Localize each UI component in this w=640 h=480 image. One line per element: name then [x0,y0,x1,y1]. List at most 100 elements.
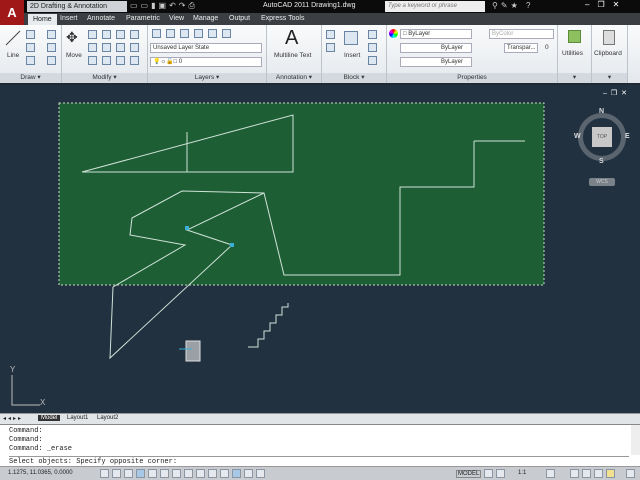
mirror-icon[interactable] [130,30,139,39]
layer-icon[interactable] [208,29,217,38]
array-icon[interactable] [130,43,139,52]
tab-parametric[interactable]: Parametric [126,15,160,22]
tab-view[interactable]: View [169,15,184,22]
annotation-visibility[interactable] [546,469,555,478]
model-space-button[interactable]: MODEL [456,470,482,478]
3d-osnap-toggle[interactable] [172,469,181,478]
current-layer-dropdown[interactable]: 💡☼🔓□ 0 [150,57,262,67]
tab-annotate[interactable]: Annotate [87,15,115,22]
block-panel-label[interactable]: Block ▾ [322,73,386,83]
multiline-text-button[interactable]: Multiline Text [274,52,311,59]
ducs-toggle[interactable] [196,469,205,478]
plot-style-dropdown[interactable]: ByColor [489,29,554,39]
layer-properties-icon[interactable] [152,29,161,38]
snap-toggle[interactable] [112,469,121,478]
wcs-menu[interactable]: WCS [589,178,615,186]
utilities-button[interactable]: Utilities [562,50,583,57]
isolate-objects[interactable] [606,469,615,478]
tab-insert[interactable]: Insert [60,15,78,22]
hardware-acceleration[interactable] [594,469,603,478]
otrack-toggle[interactable] [184,469,193,478]
tab-express-tools[interactable]: Express Tools [261,15,304,22]
trim-icon[interactable] [102,30,111,39]
selection-cycling-toggle[interactable] [256,469,265,478]
clean-screen[interactable] [626,469,635,478]
edit-block-icon[interactable] [368,43,377,52]
tab-layout2[interactable]: Layout2 [97,415,118,421]
drawing[interactable]: Y X [0,85,640,413]
circle-icon[interactable] [26,43,35,52]
tab-home[interactable]: Home [28,14,57,25]
dimension-icon[interactable] [326,30,335,39]
layer-icon[interactable] [222,29,231,38]
multiline-text-icon[interactable]: A [285,27,298,50]
copy-icon[interactable] [116,30,125,39]
tab-layout1[interactable]: Layout1 [67,415,88,421]
command-input[interactable]: Select objects: Specify opposite corner: [9,456,629,466]
quick-properties-toggle[interactable] [244,469,253,478]
table-icon[interactable] [47,56,56,65]
scale-icon[interactable] [102,43,111,52]
compass-n[interactable]: N [599,108,604,115]
utilities-icon[interactable] [568,30,581,43]
quick-view-drawings[interactable] [496,469,505,478]
annotation-scale[interactable]: 1:1 [518,470,526,476]
clipboard-button[interactable]: Clipboard [594,50,622,57]
tab-output[interactable]: Output [229,15,250,22]
ortho-toggle[interactable] [136,469,145,478]
stair-polyline[interactable] [248,303,289,348]
erase-icon[interactable] [88,56,97,65]
move-button[interactable]: Move [66,52,82,59]
application-menu-button[interactable]: A [0,0,24,25]
workspace-switching[interactable] [570,469,579,478]
stretch-icon[interactable] [88,43,97,52]
layer-icon[interactable] [194,29,203,38]
layer-state-dropdown[interactable]: Unsaved Layer State [150,43,262,53]
help-toolbar[interactable]: ⚲✎★ ? [492,1,533,10]
explode-icon[interactable] [102,56,111,65]
search-input[interactable]: Type a keyword or phrase [385,1,485,12]
workspace-selector[interactable]: 2D Drafting & Annotation [27,1,127,12]
compass-e[interactable]: E [625,133,630,140]
line-button[interactable]: Line [7,52,19,59]
linetype-dropdown[interactable]: ByLayer [400,57,472,67]
drawing-canvas[interactable]: Y X –❐✕ TOP N S E W WCS [0,85,640,413]
command-scrollbar[interactable] [631,425,640,455]
viewcube-top[interactable]: TOP [592,127,612,147]
polyline-icon[interactable] [26,30,35,39]
lineweight-toggle[interactable] [220,469,229,478]
polar-toggle[interactable] [148,469,157,478]
tab-manage[interactable]: Manage [193,15,218,22]
quick-access-toolbar[interactable]: ▭▭▮▣↶↷⎙ [130,1,198,11]
insert-button[interactable]: Insert [344,52,360,59]
compass-s[interactable]: S [599,158,604,165]
arc-icon[interactable] [26,56,35,65]
insert-block-icon[interactable] [344,31,358,45]
clipboard-icon[interactable] [603,30,615,45]
layers-panel-label[interactable]: Layers ▾ [148,73,266,83]
layout-nav-arrows[interactable]: ◂◂▸▸ [3,415,23,422]
tab-model[interactable]: Model [38,415,61,421]
osnap-toggle[interactable] [160,469,169,478]
modify-panel-label[interactable]: Modify ▾ [62,73,147,83]
transparency-toggle[interactable] [232,469,241,478]
rotate-icon[interactable] [88,30,97,39]
layer-icon[interactable] [166,29,175,38]
move-icon[interactable]: ✥ [66,29,78,46]
viewport-controls[interactable]: –❐✕ [603,89,631,97]
properties-panel-label[interactable]: Properties [387,73,557,83]
annotation-panel-label[interactable]: Annotation ▾ [267,73,321,83]
rectangle-icon[interactable] [47,30,56,39]
chamfer-icon[interactable] [130,56,139,65]
clipboard-panel-label[interactable]: ▾ [592,73,627,83]
quick-view-layouts[interactable] [484,469,493,478]
color-dropdown[interactable]: □ ByLayer [400,29,472,39]
attribute-icon[interactable] [368,56,377,65]
grid-toggle[interactable] [124,469,133,478]
fillet-icon[interactable] [116,43,125,52]
infer-constraints-toggle[interactable] [100,469,109,478]
utilities-panel-label[interactable]: ▾ [558,73,591,83]
command-window[interactable]: Command: Command: Command: _erase Select… [0,424,640,466]
line-icon[interactable] [4,29,22,47]
leader-icon[interactable] [326,43,335,52]
